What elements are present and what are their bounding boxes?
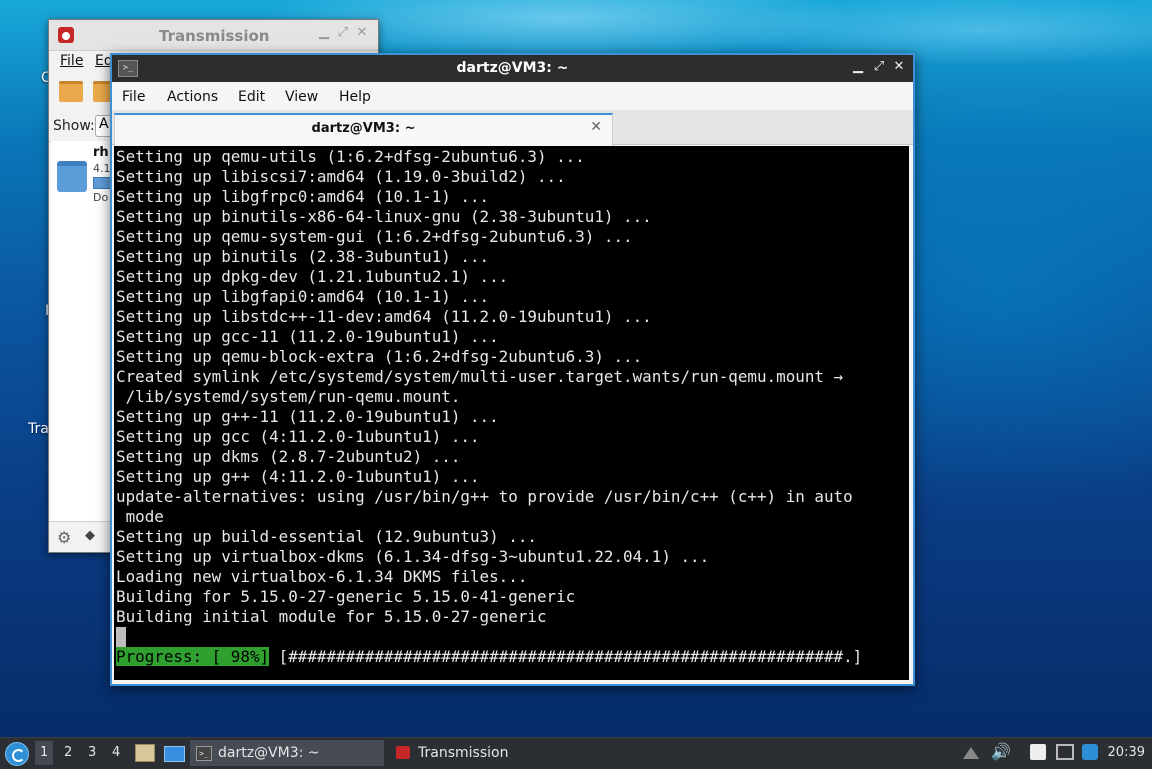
network-icon[interactable] <box>1056 744 1074 760</box>
menu-file[interactable]: File <box>122 89 145 105</box>
maximize-icon[interactable]: ⤢ <box>871 59 887 75</box>
clock: 20:39 <box>1107 745 1145 760</box>
terminal-line: Loading new virtualbox-6.1.34 DKMS files… <box>116 567 528 586</box>
tray-expand-icon[interactable] <box>963 747 979 759</box>
file-manager-icon[interactable] <box>135 744 155 762</box>
transmission-titlebar[interactable]: Transmission ▁ ⤢ ✕ <box>49 20 378 51</box>
torrent-status: Do <box>93 191 109 204</box>
close-tab-icon[interactable]: ✕ <box>590 119 602 135</box>
terminal-line: Setting up dkms (2.8.7-2ubuntu2) ... <box>116 447 461 466</box>
open-folder-icon[interactable] <box>59 81 83 102</box>
show-desktop-icon[interactable] <box>164 746 185 762</box>
terminal-output[interactable]: Setting up qemu-utils (1:6.2+dfsg-2ubunt… <box>114 146 909 680</box>
terminal-line: Created symlink /etc/systemd/system/mult… <box>116 367 844 386</box>
terminal-line: Setting up libgfrpc0:amd64 (10.1-1) ... <box>116 187 490 206</box>
window-title: dartz@VM3: ~ <box>456 60 569 76</box>
terminal-window[interactable]: >_ dartz@VM3: ~ ▁ ⤢ ✕ File Actions Edit … <box>110 53 915 686</box>
terminal-line: Setting up libgfapi0:amd64 (10.1-1) ... <box>116 287 490 306</box>
tab-label: dartz@VM3: ~ <box>311 121 416 136</box>
terminal-icon: >_ <box>196 746 212 761</box>
task-transmission[interactable]: Transmission <box>390 740 550 766</box>
terminal-line: Building for 5.15.0-27-generic 5.15.0-41… <box>116 587 576 606</box>
start-menu-icon[interactable] <box>5 742 29 766</box>
workspace-1[interactable]: 1 <box>35 741 54 765</box>
terminal-line: update-alternatives: using /usr/bin/g++ … <box>116 487 853 506</box>
terminal-cursor <box>116 627 126 647</box>
volume-icon[interactable]: 🔊 <box>991 742 1011 761</box>
task-label: dartz@VM3: ~ <box>218 745 320 761</box>
workspace-4[interactable]: 4 <box>112 745 120 760</box>
folder-icon <box>57 161 87 192</box>
terminal-line: mode <box>116 507 164 526</box>
progress-row: Progress: [ 98%] [######################… <box>116 647 862 667</box>
window-title: Transmission <box>159 27 270 45</box>
minimize-icon[interactable]: ▁ <box>317 26 331 40</box>
terminal-line: Setting up binutils-x86-64-linux-gnu (2.… <box>116 207 652 226</box>
turtle-icon[interactable]: ◆ <box>85 528 95 543</box>
terminal-line: Setting up g++-11 (11.2.0-19ubuntu1) ... <box>116 407 499 426</box>
terminal-menubar: File Actions Edit View Help <box>112 82 913 110</box>
close-icon[interactable]: ✕ <box>355 26 369 40</box>
progress-bar: [#######################################… <box>269 647 863 666</box>
terminal-line: /lib/systemd/system/run-qemu.mount. <box>116 387 461 406</box>
terminal-line: Setting up gcc-11 (11.2.0-19ubuntu1) ... <box>116 327 499 346</box>
close-icon[interactable]: ✕ <box>891 59 907 75</box>
terminal-line: Building initial module for 5.15.0-27-ge… <box>116 607 547 626</box>
terminal-line: Setting up dpkg-dev (1.21.1ubuntu2.1) ..… <box>116 267 509 286</box>
notification-icon[interactable] <box>1082 744 1098 760</box>
transmission-icon <box>396 746 410 759</box>
torrent-name: rh <box>93 145 109 160</box>
workspace-2[interactable]: 2 <box>64 745 72 760</box>
clipboard-icon[interactable] <box>1030 744 1046 760</box>
taskbar: 1 2 3 4 >_ dartz@VM3: ~ Transmission 🔊 2… <box>0 737 1152 769</box>
workspace-3[interactable]: 3 <box>88 745 96 760</box>
terminal-line: Setting up qemu-block-extra (1:6.2+dfsg-… <box>116 347 643 366</box>
transmission-icon <box>58 27 74 43</box>
menu-view[interactable]: View <box>285 89 318 105</box>
terminal-line: Setting up build-essential (12.9ubuntu3)… <box>116 527 537 546</box>
show-label: Show: <box>53 118 95 134</box>
task-label: Transmission <box>418 745 509 761</box>
terminal-line: Setting up gcc (4:11.2.0-1ubuntu1) ... <box>116 427 480 446</box>
terminal-lines: Setting up qemu-utils (1:6.2+dfsg-2ubunt… <box>116 147 853 627</box>
tab-terminal[interactable]: dartz@VM3: ~ ✕ <box>114 113 613 146</box>
menu-edit[interactable]: Edit <box>238 89 265 105</box>
terminal-line: Setting up binutils (2.38-3ubuntu1) ... <box>116 247 490 266</box>
terminal-line: Setting up libstdc++-11-dev:amd64 (11.2.… <box>116 307 652 326</box>
terminal-line: Setting up qemu-system-gui (1:6.2+dfsg-2… <box>116 227 633 246</box>
progress-label: Progress: [ 98%] <box>116 647 270 666</box>
terminal-titlebar[interactable]: >_ dartz@VM3: ~ ▁ ⤢ ✕ <box>112 55 913 82</box>
menu-help[interactable]: Help <box>339 89 371 105</box>
terminal-line: Setting up libiscsi7:amd64 (1.19.0-3buil… <box>116 167 566 186</box>
terminal-tabbar: dartz@VM3: ~ ✕ <box>112 110 913 146</box>
terminal-line: Setting up g++ (4:11.2.0-1ubuntu1) ... <box>116 467 480 486</box>
maximize-icon[interactable]: ⤢ <box>336 26 350 40</box>
menu-actions[interactable]: Actions <box>167 89 218 105</box>
minimize-icon[interactable]: ▁ <box>850 59 866 75</box>
terminal-line: Setting up virtualbox-dkms (6.1.34-dfsg-… <box>116 547 710 566</box>
desktop-icon-label-3[interactable]: Tra <box>28 421 49 437</box>
gear-icon[interactable]: ⚙ <box>57 528 71 547</box>
terminal-line: Setting up qemu-utils (1:6.2+dfsg-2ubunt… <box>116 147 585 166</box>
menu-file[interactable]: File <box>60 53 83 69</box>
torrent-size: 4.1 <box>93 162 111 175</box>
task-terminal[interactable]: >_ dartz@VM3: ~ <box>190 740 384 766</box>
